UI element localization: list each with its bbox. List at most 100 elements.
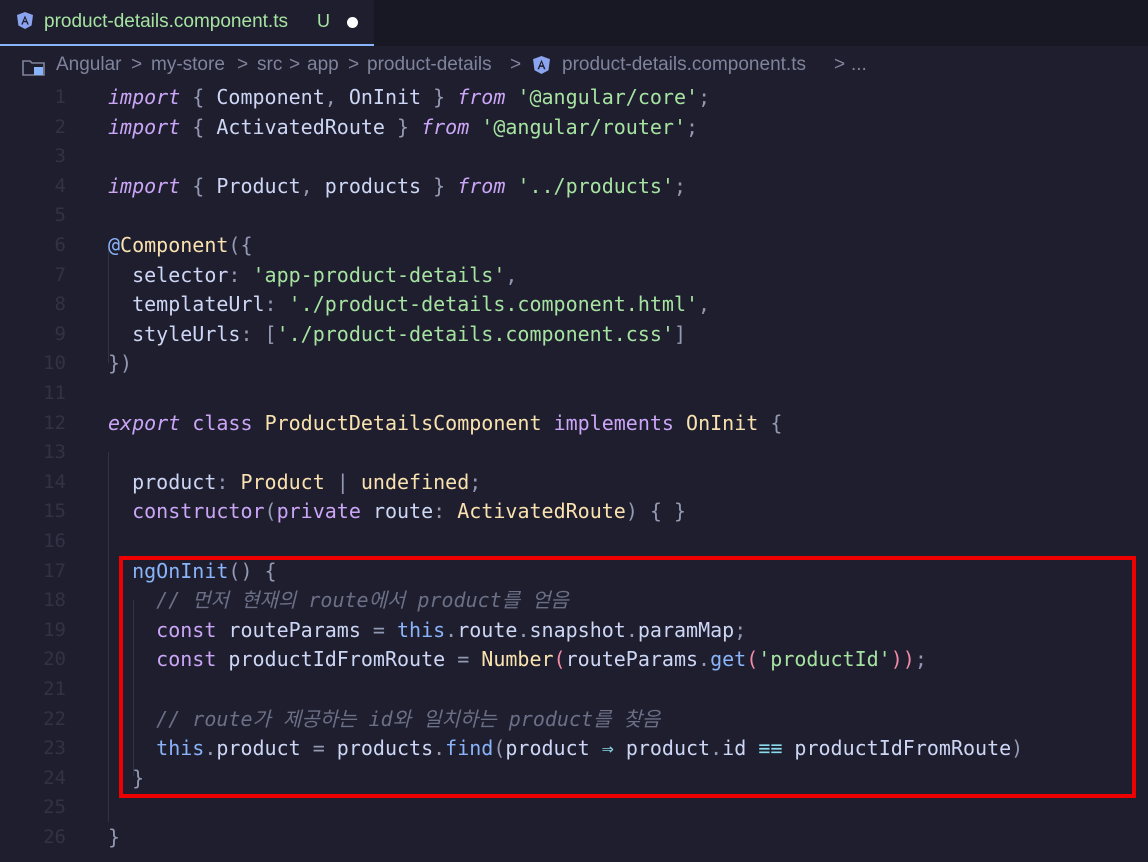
breadcrumb-item-app[interactable]: app — [307, 54, 339, 76]
code-token: Product — [216, 173, 301, 198]
breadcrumb-item-my-store[interactable]: my-store — [151, 54, 225, 76]
code-token: 'app-product-details' — [252, 262, 506, 287]
code-line[interactable]: 2 import { ActivatedRoute } from '@angula… — [0, 113, 1148, 143]
breadcrumb: Angular > my-store > src > app > product… — [0, 52, 1148, 82]
breadcrumb-item-src[interactable]: src — [257, 54, 282, 76]
code-line[interactable]: 26} — [0, 823, 1148, 853]
code-token: route — [372, 499, 434, 524]
code-line[interactable]: 12 export class ProductDetailsComponent i… — [0, 409, 1148, 439]
code-line[interactable]: 6 @Component({ — [0, 231, 1148, 261]
code-token: export — [108, 410, 181, 435]
code-token: private — [276, 499, 361, 524]
breadcrumb-separator: > — [237, 54, 249, 75]
code-text: selector: 'app-product-details', — [108, 261, 517, 291]
line-number: 22 — [43, 707, 66, 730]
code-token: constructor — [108, 499, 265, 524]
unsaved-dot-icon[interactable] — [347, 17, 358, 28]
breadcrumb-item-product-details[interactable]: product-details — [367, 54, 492, 76]
code-token: ; — [469, 469, 482, 494]
line-number: 16 — [43, 530, 66, 552]
breadcrumb-separator: > — [510, 54, 522, 75]
code-token: Component — [120, 233, 229, 257]
code-text: import { Product, products } from '../pr… — [108, 172, 686, 202]
line-number: 19 — [43, 618, 66, 641]
code-line[interactable]: 1 import { Component, OnInit } from '@ang… — [0, 83, 1148, 113]
code-text: product: Product | undefined; — [108, 468, 481, 498]
code-token: , — [505, 262, 518, 287]
code-token: : — [216, 469, 241, 494]
code-token: ; — [686, 114, 699, 139]
code-token: | — [324, 469, 361, 494]
code-token: OnInit — [348, 85, 422, 109]
breadcrumb-item-angular[interactable]: Angular — [56, 54, 122, 76]
code-token: '@angular/router' — [481, 114, 686, 139]
code-token: './product-details.component.css' — [276, 321, 674, 346]
code-token: , — [698, 292, 711, 317]
code-line[interactable]: 11 — [0, 379, 1148, 409]
code-text: styleUrls: ['./product-details.component… — [108, 320, 686, 350]
angular-icon — [17, 12, 33, 29]
line-number: 15 — [43, 500, 66, 523]
code-token: } — [421, 173, 458, 198]
breadcrumb-separator: > — [834, 54, 846, 75]
code-token: '@angular/core' — [517, 85, 699, 109]
code-token: Product — [240, 469, 325, 494]
code-line[interactable]: 15 constructor(private route: ActivatedR… — [0, 497, 1148, 527]
highlight-box — [119, 556, 1136, 798]
line-number: 7 — [54, 263, 66, 286]
code-token: { — [180, 114, 217, 139]
code-line[interactable]: 16 — [0, 527, 1148, 557]
breadcrumb-separator: > — [348, 54, 360, 75]
tab-title: product-details.component.ts — [44, 11, 288, 32]
line-number: 18 — [43, 589, 66, 612]
code-text: @Component({ — [108, 231, 253, 261]
code-token: templateUrl — [108, 292, 265, 317]
code-line[interactable]: 5 — [0, 201, 1148, 231]
code-token: : — [264, 292, 289, 317]
line-number: 6 — [54, 234, 66, 256]
code-token: from — [421, 114, 470, 139]
code-token: from — [457, 173, 506, 198]
line-number: 21 — [43, 678, 66, 700]
code-token: OnInit — [686, 410, 759, 435]
code-line[interactable]: 8 templateUrl: './product-details.compon… — [0, 290, 1148, 320]
code-text: import { Component, OnInit } from '@angu… — [108, 83, 710, 113]
breadcrumb-separator: > — [289, 54, 301, 75]
line-number: 23 — [43, 737, 66, 760]
code-line[interactable]: 13 — [0, 438, 1148, 468]
code-token: styleUrls — [108, 321, 241, 346]
line-number: 13 — [43, 441, 66, 464]
line-number: 26 — [43, 826, 66, 848]
breadcrumb-item-file[interactable]: product-details.component.ts — [562, 54, 806, 76]
code-token: ; — [698, 85, 711, 109]
code-token: selector — [108, 262, 229, 287]
code-line[interactable]: 4 import { Product, products } from '../p… — [0, 172, 1148, 202]
line-number: 14 — [43, 470, 66, 493]
untracked-badge: U — [317, 11, 330, 31]
editor-tab-product-details[interactable]: product-details.component.ts U — [0, 0, 374, 46]
code-line[interactable]: 14 product: Product | undefined; — [0, 468, 1148, 498]
line-number: 8 — [54, 293, 66, 316]
code-line[interactable]: 9 styleUrls: ['./product-details.compone… — [0, 320, 1148, 350]
code-token: '../products' — [517, 173, 674, 198]
folder-icon — [22, 60, 45, 76]
code-token: { — [180, 173, 217, 198]
breadcrumb-item-ellipsis[interactable]: ... — [851, 54, 867, 76]
code-token: ( — [264, 499, 277, 524]
code-token: import — [108, 173, 181, 198]
code-text: } — [108, 823, 120, 853]
line-number: 25 — [43, 796, 66, 819]
code-token: product — [108, 469, 217, 494]
code-line[interactable]: 7 selector: 'app-product-details', — [0, 261, 1148, 291]
code-token: ActivatedRoute — [216, 114, 385, 139]
code-line[interactable]: 3 — [0, 142, 1148, 172]
line-number: 5 — [54, 204, 66, 227]
line-number: 20 — [43, 648, 66, 671]
code-line[interactable]: 10}) — [0, 349, 1148, 379]
code-token: './product-details.component.html' — [288, 292, 699, 317]
code-token: { — [758, 410, 783, 435]
code-token: import — [108, 114, 181, 139]
